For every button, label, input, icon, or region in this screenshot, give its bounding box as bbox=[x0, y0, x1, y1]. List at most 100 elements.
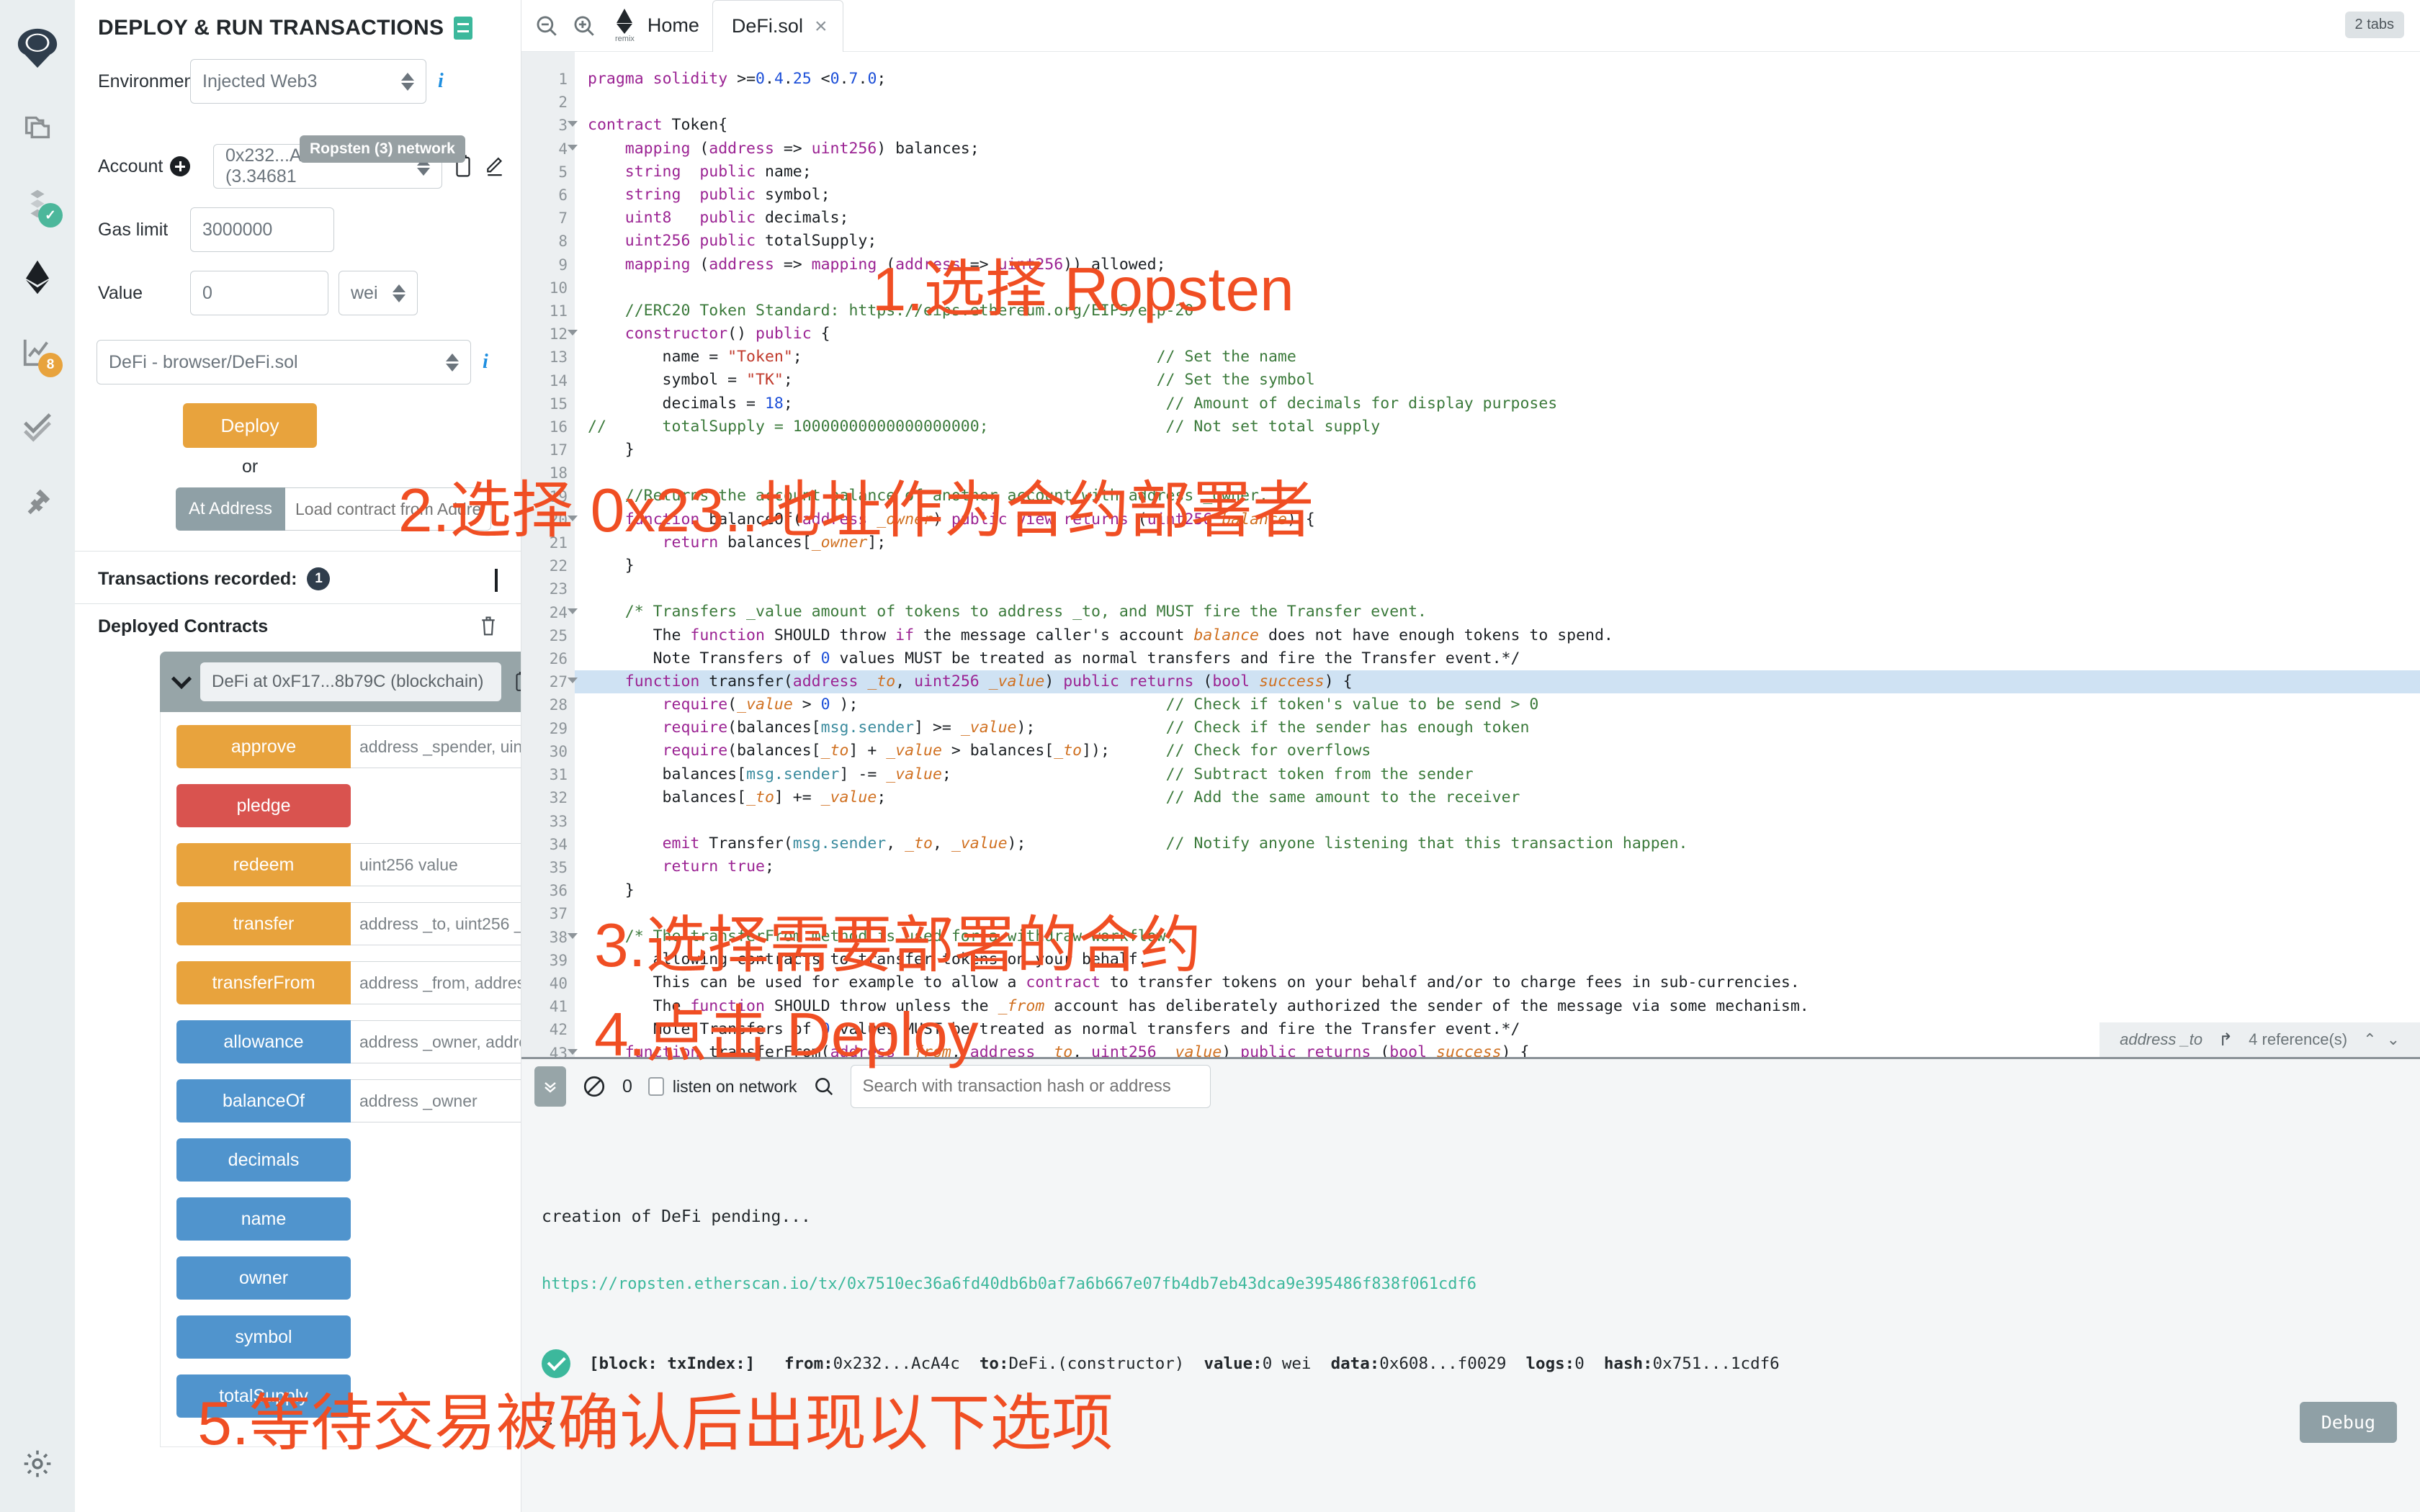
fold-chevron-down-icon[interactable] bbox=[568, 1049, 578, 1055]
function-button-transferfrom[interactable]: transferFrom bbox=[176, 961, 351, 1004]
listen-checkbox[interactable] bbox=[648, 1077, 664, 1096]
sign-message-icon[interactable] bbox=[484, 154, 506, 179]
line-number: 3 bbox=[521, 114, 568, 137]
remix-logo-icon[interactable] bbox=[14, 24, 61, 72]
value-row: Value 0 wei bbox=[75, 271, 521, 315]
analysis-icon[interactable]: 8 bbox=[14, 328, 61, 376]
code-editor[interactable]: 1234567891011121314151617181920212223242… bbox=[521, 52, 2420, 1057]
reference-status-bar: address _to ↱ 4 reference(s) ⌃ ⌄ bbox=[2099, 1022, 2420, 1057]
settings-icon[interactable] bbox=[14, 1440, 61, 1488]
zoom-out-icon[interactable] bbox=[534, 14, 559, 38]
fold-chevron-down-icon[interactable] bbox=[568, 145, 578, 150]
line-number: 42 bbox=[521, 1018, 568, 1041]
fold-chevron-down-icon[interactable] bbox=[568, 678, 578, 683]
environment-value: Injected Web3 bbox=[202, 71, 317, 92]
transactions-expand-chevron-down-icon[interactable] bbox=[495, 569, 498, 590]
terminal-prompt[interactable]: > bbox=[542, 1413, 2420, 1434]
deploy-button[interactable]: Deploy bbox=[183, 403, 317, 448]
search-icon[interactable] bbox=[813, 1076, 835, 1097]
tab-defi-sol[interactable]: DeFi.sol × bbox=[712, 0, 844, 52]
instance-chevron-down-icon[interactable] bbox=[171, 669, 192, 689]
remix-home-icon[interactable]: remix bbox=[615, 9, 635, 43]
deploy-run-icon[interactable] bbox=[14, 253, 61, 301]
code-line: balances[_to] += _value; // Add the same… bbox=[588, 786, 2420, 809]
function-input-approve[interactable]: address _spender, uint256 bbox=[351, 725, 521, 768]
terminal-tx-link[interactable]: https://ropsten.etherscan.io/tx/0x7510ec… bbox=[542, 1275, 2420, 1293]
close-tab-icon[interactable]: × bbox=[815, 14, 828, 39]
function-button-symbol[interactable]: symbol bbox=[176, 1315, 351, 1359]
contract-value: DeFi - browser/DeFi.sol bbox=[109, 352, 298, 373]
terminal-collapse-icon[interactable] bbox=[534, 1066, 566, 1107]
fold-chevron-down-icon[interactable] bbox=[568, 516, 578, 521]
terminal-output: creation of DeFi pending... https://rops… bbox=[521, 1114, 2420, 1512]
line-number: 39 bbox=[521, 949, 568, 972]
value-unit-select[interactable]: wei bbox=[339, 271, 418, 315]
clear-console-icon[interactable] bbox=[582, 1074, 606, 1099]
reference-prev-chevron-up-icon[interactable]: ⌃ bbox=[2363, 1030, 2376, 1049]
deployed-contracts-label: Deployed Contracts bbox=[98, 616, 268, 637]
code-line: This can be used for example to allow a … bbox=[588, 971, 2420, 994]
terminal-log-row[interactable]: [block: txIndex:] from:0x232...AcA4c to:… bbox=[542, 1349, 2420, 1378]
function-button-balanceof[interactable]: balanceOf bbox=[176, 1079, 351, 1122]
line-number: 25 bbox=[521, 624, 568, 647]
reference-nav[interactable]: ⌃ ⌄ bbox=[2363, 1030, 2400, 1049]
function-button-allowance[interactable]: allowance bbox=[176, 1020, 351, 1063]
add-account-icon[interactable] bbox=[170, 156, 190, 176]
panel-title: DEPLOY & RUN TRANSACTIONS bbox=[75, 0, 521, 40]
function-input-transfer[interactable]: address _to, uint256 _value bbox=[351, 902, 521, 945]
line-number: 12 bbox=[521, 323, 568, 346]
listen-on-network-toggle[interactable]: listen on network bbox=[648, 1077, 797, 1097]
zoom-in-icon[interactable] bbox=[572, 14, 596, 38]
function-button-pledge[interactable]: pledge bbox=[176, 784, 351, 827]
function-button-owner[interactable]: owner bbox=[176, 1256, 351, 1300]
environment-info-icon[interactable]: i bbox=[438, 70, 444, 93]
fold-chevron-down-icon[interactable] bbox=[568, 933, 578, 939]
function-row: pledge bbox=[161, 784, 521, 827]
reference-next-chevron-down-icon[interactable]: ⌄ bbox=[2387, 1030, 2400, 1049]
log-value-val: 0 wei bbox=[1263, 1354, 1312, 1373]
code-line bbox=[588, 462, 2420, 485]
file-explorer-icon[interactable] bbox=[14, 104, 61, 151]
code-line bbox=[588, 91, 2420, 114]
function-button-name[interactable]: name bbox=[176, 1197, 351, 1241]
function-input-allowance[interactable]: address _owner, address _s bbox=[351, 1020, 521, 1063]
function-input-redeem[interactable]: uint256 value bbox=[351, 843, 521, 886]
line-number: 7 bbox=[521, 207, 568, 230]
fold-chevron-down-icon[interactable] bbox=[568, 330, 578, 336]
function-button-decimals[interactable]: decimals bbox=[176, 1138, 351, 1182]
copy-instance-address-icon[interactable] bbox=[513, 671, 521, 693]
function-button-redeem[interactable]: redeem bbox=[176, 843, 351, 886]
at-address-button[interactable]: At Address bbox=[176, 487, 285, 531]
gas-limit-label: Gas limit bbox=[98, 220, 190, 240]
solidity-compiler-icon[interactable]: ✓ bbox=[14, 179, 61, 226]
debug-button[interactable]: Debug bbox=[2300, 1402, 2397, 1443]
function-row: transferFromaddress _from, address _to bbox=[161, 961, 521, 1004]
code-line: } bbox=[588, 879, 2420, 902]
terminal-search-input[interactable] bbox=[851, 1065, 1211, 1108]
goto-reference-icon[interactable]: ↱ bbox=[2218, 1030, 2233, 1050]
function-input-balanceof[interactable]: address _owner bbox=[351, 1079, 521, 1122]
value-input[interactable]: 0 bbox=[190, 271, 328, 315]
code-line: allowing contracts to transfer tokens on… bbox=[588, 948, 2420, 971]
function-input-transferfrom[interactable]: address _from, address _to bbox=[351, 961, 521, 1004]
function-button-approve[interactable]: approve bbox=[176, 725, 351, 768]
tab-home[interactable]: Home bbox=[647, 14, 699, 37]
code-content[interactable]: pragma solidity >=0.4.25 <0.7.0; contrac… bbox=[575, 52, 2420, 1057]
code-line: string public symbol; bbox=[588, 184, 2420, 207]
function-button-totalsupply[interactable]: totalSupply bbox=[176, 1374, 351, 1418]
fold-chevron-down-icon[interactable] bbox=[568, 121, 578, 127]
gas-limit-input[interactable]: 3000000 bbox=[190, 207, 334, 252]
fold-chevron-down-icon[interactable] bbox=[568, 608, 578, 614]
deployed-contracts-header: Deployed Contracts bbox=[75, 604, 521, 637]
code-line: constructor() public { bbox=[588, 323, 2420, 346]
contract-select[interactable]: DeFi - browser/DeFi.sol bbox=[97, 340, 471, 384]
testing-icon[interactable] bbox=[14, 403, 61, 451]
at-address-input[interactable] bbox=[285, 487, 491, 531]
contract-info-icon[interactable]: i bbox=[483, 351, 488, 374]
function-button-transfer[interactable]: transfer bbox=[176, 902, 351, 945]
plugin-manager-icon[interactable] bbox=[14, 478, 61, 526]
environment-select[interactable]: Injected Web3 bbox=[190, 59, 426, 104]
deployed-instance-header[interactable]: DeFi at 0xF17...8b79C (blockchain) × bbox=[160, 652, 521, 712]
clear-instances-trash-icon[interactable] bbox=[479, 616, 498, 637]
documentation-book-icon[interactable] bbox=[454, 17, 472, 40]
